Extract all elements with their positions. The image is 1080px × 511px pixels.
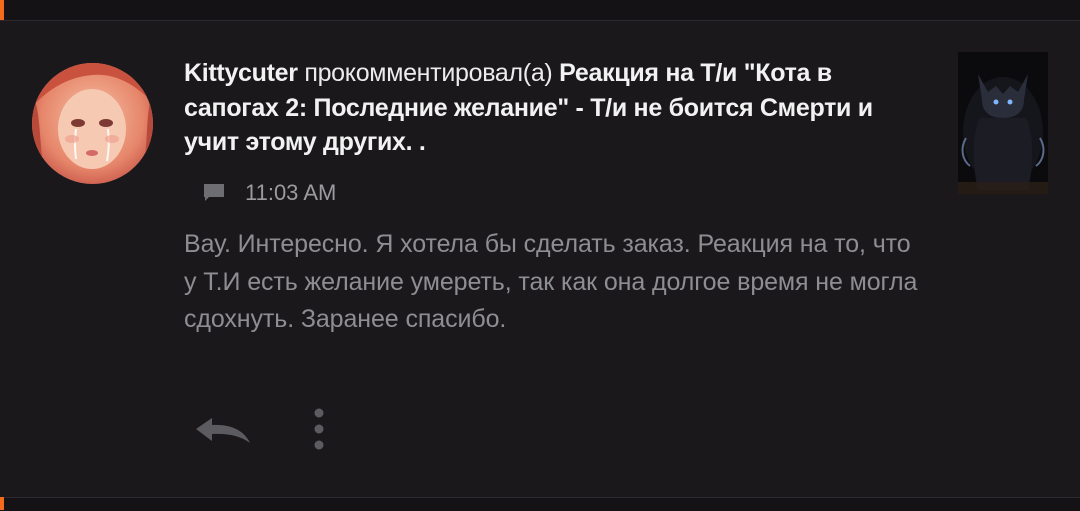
timestamp: 11:03 AM	[245, 180, 337, 205]
thumbnail-image	[958, 52, 1048, 194]
bottom-divider	[0, 497, 1080, 511]
top-divider	[0, 0, 1080, 21]
top-accent-bar	[0, 0, 4, 20]
post-thumbnail[interactable]	[958, 52, 1048, 194]
more-vertical-icon	[314, 408, 324, 450]
avatar[interactable]	[32, 63, 153, 184]
username-link[interactable]: Kittycuter	[184, 59, 298, 87]
action-text: прокомментировал(а)	[297, 59, 560, 87]
comment-icon	[203, 183, 225, 203]
avatar-image	[32, 63, 153, 184]
notification-headline[interactable]: Kittycuter прокомментировал(а) Реакция н…	[184, 56, 904, 160]
reply-icon	[196, 418, 250, 443]
notification-meta: 11:03 AM	[203, 178, 336, 208]
comment-text: Вау. Интересно. Я хотела бы сделать зака…	[184, 230, 918, 333]
reply-button[interactable]	[190, 410, 256, 450]
bottom-accent-bar	[0, 497, 4, 510]
more-options-button[interactable]	[303, 405, 335, 453]
